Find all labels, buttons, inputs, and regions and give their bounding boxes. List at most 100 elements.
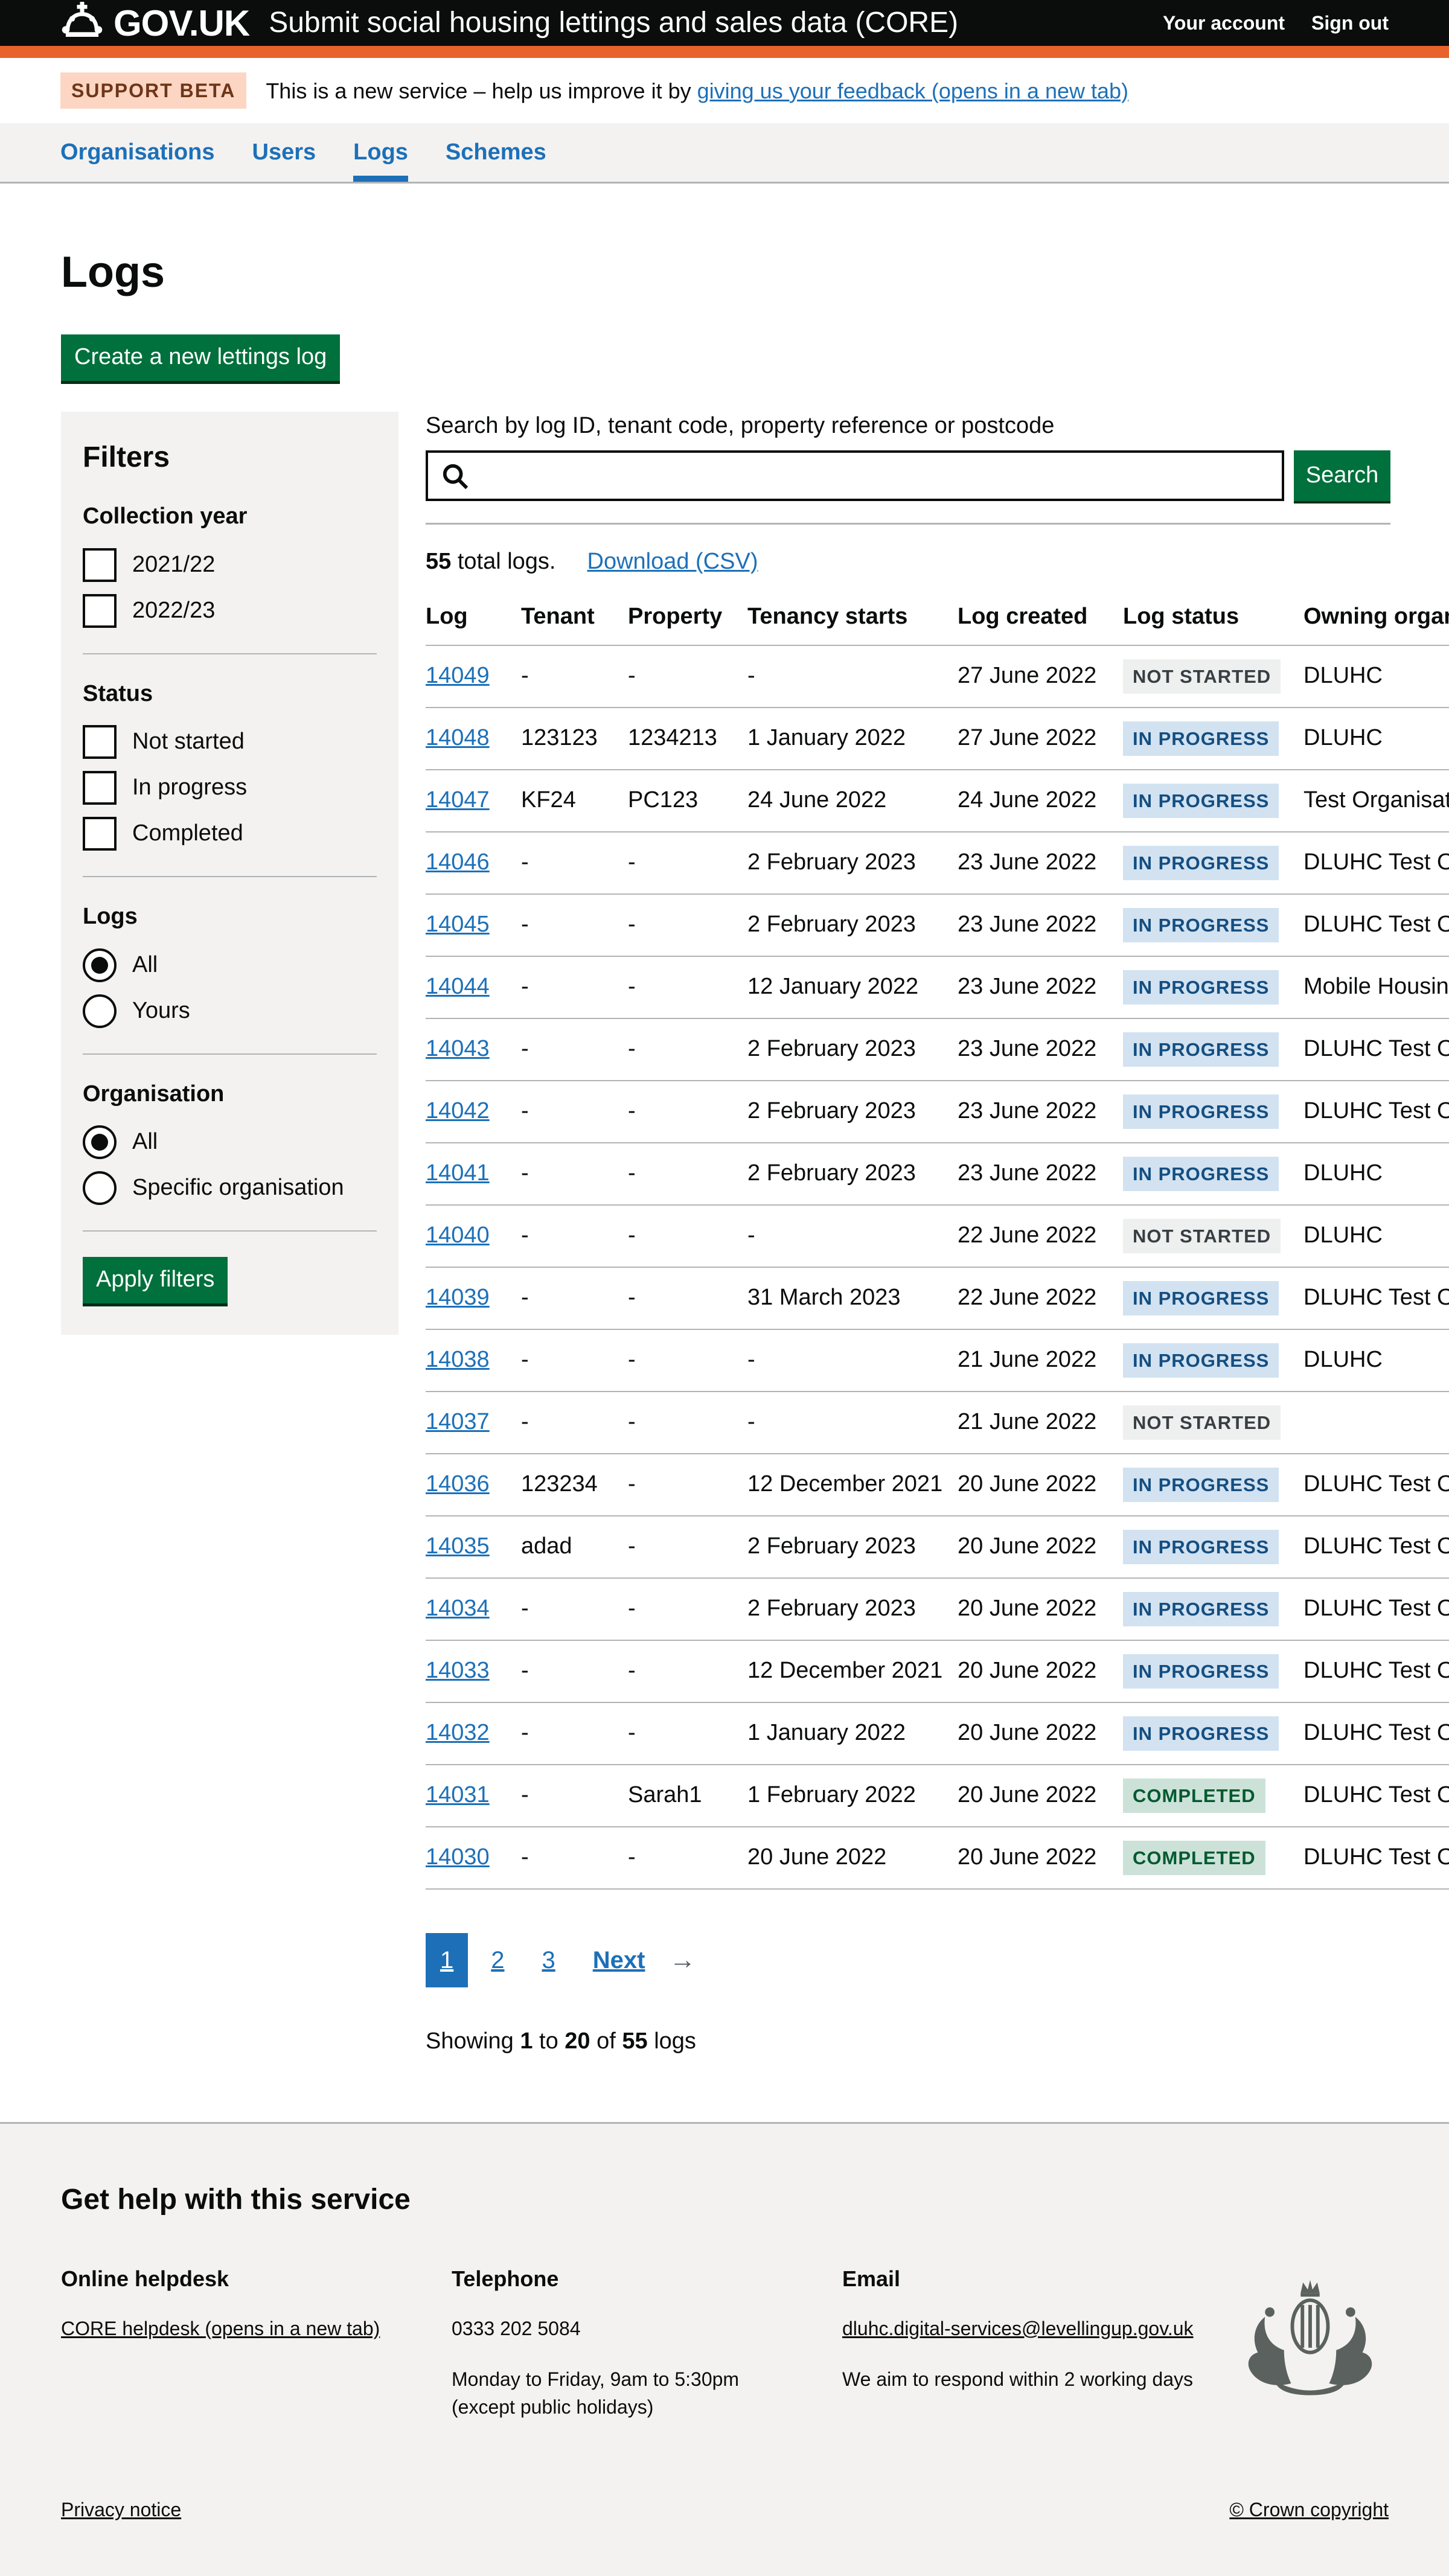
log-link[interactable]: 14031 [426,1782,490,1807]
cell-log-created: 20 June 2022 [958,1702,1123,1765]
checkbox-box[interactable] [83,725,117,759]
radio-button[interactable] [83,1171,117,1205]
log-link[interactable]: 14048 [426,725,490,750]
checkbox-2022-23[interactable]: 2022/23 [83,594,377,628]
checkbox-not-started[interactable]: Not started [83,725,377,759]
sign-out-link[interactable]: Sign out [1311,11,1389,35]
status-tag: In progress [1123,908,1279,942]
cell-tenancy-starts: - [747,1329,958,1392]
cell-log-status: In progress [1123,1702,1303,1765]
cell-owning-org: DLUHC Test Org [1303,1640,1449,1702]
telephone-hours: Monday to Friday, 9am to 5:30pm [452,2367,842,2391]
log-link[interactable]: 14035 [426,1533,490,1559]
cell-log-status: Not started [1123,1392,1303,1454]
cell-tenant: - [521,1267,628,1329]
cell-tenancy-starts: 2 February 2023 [747,1081,958,1143]
nav-item-schemes[interactable]: Schemes [446,123,546,182]
page-link-1[interactable]: 1 [426,1933,468,1987]
footer: Get help with this service Online helpde… [0,2122,1449,2576]
next-page-link[interactable]: Next [578,1933,660,1987]
checkbox-in-progress[interactable]: In progress [83,771,377,805]
checkbox-2021-22[interactable]: 2021/22 [83,548,377,582]
total-logs-suffix: total logs. [451,549,555,574]
checkbox-box[interactable] [83,594,117,628]
status-tag: Completed [1123,1779,1265,1813]
email-link[interactable]: dluhc.digital-services@levellingup.gov.u… [842,2318,1194,2339]
nav-item-logs[interactable]: Logs [353,123,408,182]
nav-item-users[interactable]: Users [252,123,316,182]
cell-owning-org: DLUHC Test Org [1303,1081,1449,1143]
log-link[interactable]: 14036 [426,1471,490,1497]
privacy-notice-link[interactable]: Privacy notice [61,2498,181,2522]
log-link[interactable]: 14044 [426,974,490,999]
log-link[interactable]: 14043 [426,1036,490,1061]
radio-button[interactable] [83,994,117,1028]
results-divider [426,523,1390,525]
search-label: Search by log ID, tenant code, property … [426,412,1390,441]
status-tag: In progress [1123,1157,1279,1191]
cell-log-status: In progress [1123,1267,1303,1329]
table-row: 14030 - - 20 June 2022 20 June 2022 Comp… [426,1827,1449,1889]
checkbox-box[interactable] [83,817,117,851]
status-tag: Not started [1123,1219,1281,1253]
log-link[interactable]: 14038 [426,1347,490,1372]
log-link[interactable]: 14032 [426,1720,490,1745]
checkbox-completed[interactable]: Completed [83,817,377,851]
radio-label: Specific organisation [132,1174,344,1203]
radio-logs-all[interactable]: All [83,948,377,982]
log-link[interactable]: 14033 [426,1658,490,1683]
feedback-link[interactable]: giving us your feedback (opens in a new … [697,78,1128,103]
nav-item-organisations[interactable]: Organisations [60,123,215,182]
checkbox-box[interactable] [83,548,117,582]
col-log-created: Log created [958,589,1123,645]
download-csv-link[interactable]: Download (CSV) [587,548,758,577]
status-tag: In progress [1123,1032,1279,1067]
cell-tenancy-starts: 24 June 2022 [747,770,958,832]
log-link[interactable]: 14037 [426,1409,490,1434]
cell-tenant: adad [521,1516,628,1578]
checkbox-label: Not started [132,727,245,756]
main-content: Search by log ID, tenant code, property … [426,412,1449,2122]
radio-organisation-all[interactable]: All [83,1125,377,1159]
log-link[interactable]: 14040 [426,1222,490,1248]
service-name-link[interactable]: Submit social housing lettings and sales… [269,5,958,41]
radio-organisation-specific[interactable]: Specific organisation [83,1171,377,1205]
log-link[interactable]: 14045 [426,912,490,937]
cell-tenant: KF24 [521,770,628,832]
govuk-logotype[interactable]: GOV.UK [114,1,249,46]
page-link-2[interactable]: 2 [476,1933,519,1987]
your-account-link[interactable]: Your account [1163,11,1285,35]
apply-filters-button[interactable]: Apply filters [83,1257,228,1303]
log-link[interactable]: 14041 [426,1160,490,1186]
cell-log-status: In progress [1123,770,1303,832]
status-tag: In progress [1123,1530,1279,1564]
checkbox-box[interactable] [83,771,117,805]
cell-tenancy-starts: - [747,1392,958,1454]
log-link[interactable]: 14034 [426,1596,490,1621]
page-title: Logs [61,245,1449,299]
log-link[interactable]: 14039 [426,1285,490,1310]
log-link[interactable]: 14047 [426,787,490,813]
cell-tenant: - [521,1205,628,1267]
cell-tenancy-starts: 2 February 2023 [747,832,958,894]
cell-owning-org: DLUHC [1303,1205,1449,1267]
core-helpdesk-link[interactable]: CORE helpdesk (opens in a new tab) [61,2318,380,2339]
log-link[interactable]: 14030 [426,1844,490,1870]
create-lettings-log-button[interactable]: Create a new lettings log [61,334,340,381]
table-row: 14037 - - - 21 June 2022 Not started [426,1392,1449,1454]
cell-property: - [628,1640,747,1702]
log-link[interactable]: 14042 [426,1098,490,1123]
search-button[interactable]: Search [1294,450,1390,501]
table-row: 14034 - - 2 February 2023 20 June 2022 I… [426,1578,1449,1640]
page-link-3[interactable]: 3 [528,1933,570,1987]
radio-button[interactable] [83,948,117,982]
status-tag: In progress [1123,784,1279,818]
radio-button[interactable] [83,1125,117,1159]
search-input[interactable] [428,453,1282,499]
cell-owning-org: DLUHC Test Org [1303,1018,1449,1081]
cell-tenancy-starts: 2 February 2023 [747,1143,958,1205]
log-link[interactable]: 14049 [426,663,490,688]
crown-copyright-link[interactable]: © Crown copyright [1229,2498,1389,2522]
radio-logs-yours[interactable]: Yours [83,994,377,1028]
log-link[interactable]: 14046 [426,849,490,875]
